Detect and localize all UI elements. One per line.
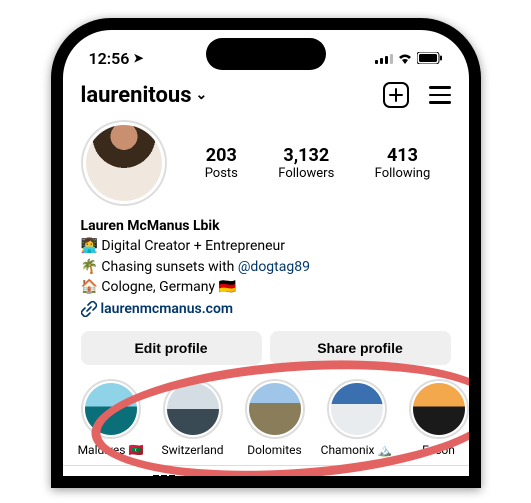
highlight-label: Escon — [422, 443, 455, 457]
posts-label: Posts — [205, 166, 238, 181]
bio-line-1: 👩‍💻 Digital Creator + Entrepreneur — [81, 236, 451, 256]
stat-posts[interactable]: 203 Posts — [205, 145, 238, 181]
bio-line-3: 🏠 Cologne, Germany 🇩🇪 — [81, 277, 451, 297]
bio-mention-link[interactable]: @dogtag89 — [238, 259, 310, 275]
chevron-down-icon: ⌄ — [196, 87, 208, 103]
tab-grid[interactable] — [150, 472, 178, 488]
create-button[interactable] — [383, 82, 409, 108]
tab-tagged[interactable] — [353, 472, 381, 488]
highlight-item-2[interactable]: Dolomites — [241, 379, 309, 457]
plus-icon — [389, 88, 403, 102]
highlight-label: Dolomites — [247, 443, 301, 457]
highlights-row[interactable]: Maldives 🇲🇻 Switzerland Dolomites Chamon… — [63, 373, 469, 465]
highlight-label: Switzerland — [161, 443, 223, 457]
username-switcher[interactable]: laurenitous ⌄ — [81, 83, 208, 108]
edit-profile-button[interactable]: Edit profile — [81, 331, 262, 365]
status-time: 12:56 — [89, 49, 130, 68]
highlight-item-4[interactable]: Escon — [405, 379, 469, 457]
highlight-item-3[interactable]: Chamonix 🏔️ — [323, 379, 391, 457]
bio-name: Lauren McManus Lbik — [81, 216, 451, 236]
share-profile-button[interactable]: Share profile — [270, 331, 451, 365]
followers-label: Followers — [278, 166, 334, 181]
profile-header: laurenitous ⌄ — [63, 76, 469, 116]
posts-count: 203 — [205, 145, 238, 166]
followers-count: 3,132 — [278, 145, 334, 166]
highlight-label: Maldives 🇲🇻 — [78, 443, 144, 457]
phone-frame: 12:56 ➤ laurenitous ⌄ 203 — [51, 18, 481, 488]
highlight-label: Chamonix 🏔️ — [321, 443, 393, 457]
bio-section: Lauren McManus Lbik 👩‍💻 Digital Creator … — [63, 216, 469, 319]
emoji-palm-icon: 🌴 — [81, 259, 98, 275]
highlight-item-1[interactable]: Switzerland — [159, 379, 227, 457]
signal-icon — [375, 52, 393, 64]
location-icon: ➤ — [133, 51, 143, 65]
battery-icon — [417, 52, 443, 64]
link-icon — [81, 301, 97, 317]
username-text: laurenitous — [81, 83, 192, 108]
person-tag-icon — [356, 475, 378, 488]
menu-button[interactable] — [429, 86, 451, 104]
avatar[interactable] — [81, 120, 167, 206]
bio-website-link[interactable]: laurenmcmanus.com — [81, 297, 451, 319]
stat-followers[interactable]: 3,132 Followers — [278, 145, 334, 181]
wifi-icon — [397, 52, 413, 64]
grid-icon — [153, 475, 175, 488]
notch — [206, 38, 326, 70]
emoji-laptop-icon: 👩‍💻 — [81, 238, 98, 254]
following-count: 413 — [375, 145, 431, 166]
stat-following[interactable]: 413 Following — [375, 145, 431, 181]
emoji-house-icon: 🏠 — [81, 279, 98, 295]
highlight-item-0[interactable]: Maldives 🇲🇻 — [77, 379, 145, 457]
following-label: Following — [375, 166, 431, 181]
bio-line-2: 🌴 Chasing sunsets with @dogtag89 — [81, 257, 451, 277]
